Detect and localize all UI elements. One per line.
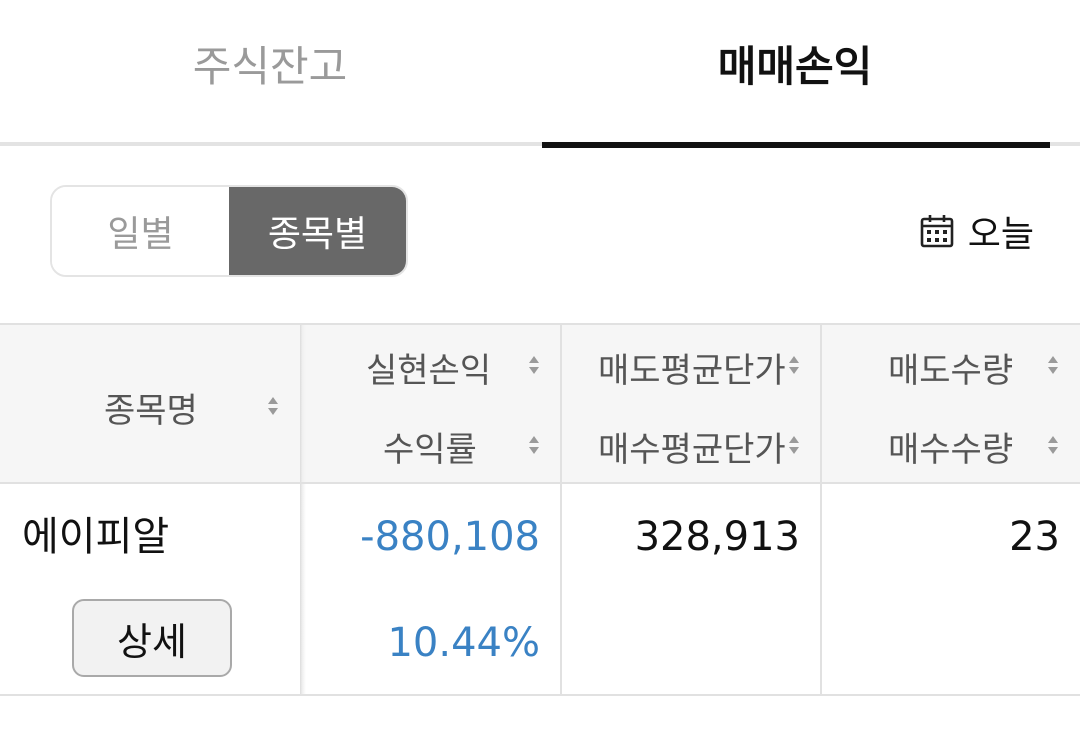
header-return-rate-label: 수익률 [383, 430, 477, 470]
date-filter-button[interactable]: 오늘 [920, 208, 1034, 255]
column-divider [300, 484, 306, 694]
header-avg-buy-price[interactable]: 매수평균단가 [598, 422, 786, 471]
detail-button[interactable]: 상세 [72, 599, 232, 677]
header-avg-sell-price-label: 매도평균단가 [598, 351, 786, 391]
row-sell-qty: 23 [1009, 514, 1060, 560]
tab-trade-pnl-label: 매매손익 [717, 41, 873, 91]
column-divider [820, 325, 822, 482]
top-tabs: 주식잔고 매매손익 [0, 0, 1080, 148]
sort-icon[interactable] [528, 435, 540, 455]
segment-daily-button[interactable]: 일별 [52, 187, 229, 275]
sort-icon[interactable] [788, 355, 800, 375]
header-realized-pnl-label: 실현손익 [366, 351, 492, 391]
row-stock-name: 에이피알 [22, 514, 170, 560]
header-stock-name[interactable]: 종목명 [104, 383, 198, 432]
header-return-rate[interactable]: 수익률 [383, 422, 477, 471]
tab-trade-pnl[interactable]: 매매손익 [540, 0, 1050, 148]
table-header: 종목명 실현손익 수익률 매도평균단가 매수평균단가 매도수량 매수수량 [0, 323, 1080, 484]
column-divider [300, 325, 306, 482]
header-stock-name-label: 종목명 [104, 391, 198, 431]
active-tab-indicator [542, 142, 1050, 148]
date-filter-label: 오늘 [967, 214, 1034, 255]
header-avg-buy-price-label: 매수평균단가 [598, 430, 786, 470]
row-realized-pnl: -880,108 [360, 514, 540, 560]
view-mode-segment: 일별 종목별 [50, 185, 408, 277]
column-divider [560, 325, 562, 482]
header-buy-qty[interactable]: 매수수량 [888, 422, 1013, 471]
column-divider [560, 484, 562, 694]
header-avg-sell-price[interactable]: 매도평균단가 [598, 343, 786, 392]
sort-icon[interactable] [788, 435, 800, 455]
calendar-icon [920, 214, 954, 248]
sort-icon[interactable] [267, 396, 279, 416]
row-return-rate: 10.44% [387, 620, 540, 666]
header-sell-qty[interactable]: 매도수량 [888, 343, 1013, 392]
segment-by-item-button[interactable]: 종목별 [229, 187, 406, 275]
column-divider [820, 484, 822, 694]
header-realized-pnl[interactable]: 실현손익 [366, 343, 491, 392]
header-buy-qty-label: 매수수량 [888, 430, 1014, 470]
table-row[interactable]: 에이피알 상세 -880,108 10.44% 328,913 23 [0, 484, 1080, 696]
sort-icon[interactable] [1047, 435, 1059, 455]
header-sell-qty-label: 매도수량 [888, 351, 1014, 391]
tab-stock-balance[interactable]: 주식잔고 [0, 0, 540, 142]
sort-icon[interactable] [528, 355, 540, 375]
sort-icon[interactable] [1047, 355, 1059, 375]
row-avg-sell-price: 328,913 [634, 514, 800, 560]
